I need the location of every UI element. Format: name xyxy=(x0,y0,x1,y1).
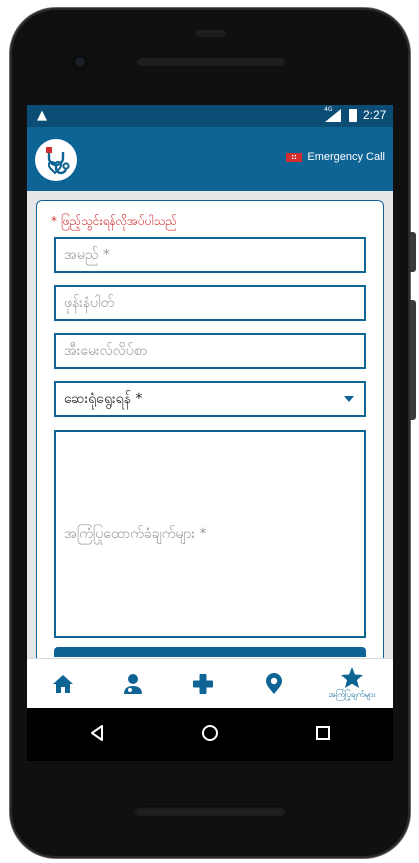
plus-icon xyxy=(193,674,213,694)
back-icon[interactable] xyxy=(89,724,107,742)
nav-location[interactable] xyxy=(260,659,288,709)
stethoscope-heart-logo[interactable] xyxy=(35,139,77,181)
feedback-textarea[interactable]: အကြံပြုထောက်ခံချက်များ * xyxy=(54,430,366,638)
system-navigation-bar xyxy=(27,708,393,761)
phone-field[interactable]: ဖုန်းနံပါတ် xyxy=(54,285,366,321)
ambulance-icon xyxy=(286,153,303,162)
stethoscope-icon xyxy=(46,147,70,175)
email-field[interactable]: အီးမေးလ်လိပ်စာ xyxy=(54,333,366,369)
feedback-form-card: * ဖြည့်သွင်းရန်လိုအပ်ပါသည် အမည် * ဖုန်းန… xyxy=(36,200,384,672)
screen: ▲ 4G 2:27 Emergency Call * ဖြည့်သွင်းရန်… xyxy=(27,105,393,761)
nav-doctors[interactable] xyxy=(119,659,147,709)
content-area: * ဖြည့်သွင်းရန်လိုအပ်ပါသည် အမည် * ဖုန်းန… xyxy=(27,191,393,672)
status-bar: ▲ 4G 2:27 xyxy=(27,105,393,127)
emergency-call-label: Emergency Call xyxy=(307,151,385,163)
submit-button[interactable] xyxy=(54,647,366,657)
sensor-slot xyxy=(196,30,226,37)
name-field[interactable]: အမည် * xyxy=(54,237,366,273)
bottom-speaker xyxy=(134,806,286,816)
emergency-call-button[interactable]: Emergency Call xyxy=(286,151,385,163)
volume-button xyxy=(410,300,416,420)
nav-favorites-label: အကြံပြုချက်များ xyxy=(328,690,376,699)
feedback-placeholder: အကြံပြုထောက်ခံချက်များ * xyxy=(64,525,207,542)
name-placeholder: အမည် * xyxy=(64,246,110,263)
recents-icon[interactable] xyxy=(314,724,332,742)
power-button xyxy=(410,232,416,272)
battery-icon xyxy=(349,109,357,122)
phone-placeholder: ဖုန်းနံပါတ် xyxy=(64,294,115,311)
location-pin-icon xyxy=(266,673,282,694)
email-placeholder: အီးမေးလ်လိပ်စာ xyxy=(64,342,148,359)
nav-home[interactable] xyxy=(49,659,77,709)
hospital-select-value: ဆေးရုံရွေးရန် * xyxy=(64,390,143,407)
home-circle-icon[interactable] xyxy=(201,724,219,742)
star-icon xyxy=(341,667,363,688)
hospital-select[interactable]: ဆေးရုံရွေးရန် * xyxy=(54,381,366,417)
home-icon xyxy=(53,675,73,693)
required-note: * ဖြည့်သွင်းရန်လိုအပ်ပါသည် xyxy=(51,214,177,228)
nav-add[interactable] xyxy=(189,659,217,709)
earpiece-speaker xyxy=(136,56,286,66)
clock: 2:27 xyxy=(363,108,387,122)
signal-icon xyxy=(325,109,341,122)
caret-down-icon xyxy=(344,396,354,402)
warning-icon: ▲ xyxy=(37,108,47,123)
nav-favorites[interactable]: အကြံပြုချက်များ xyxy=(315,659,389,709)
bottom-navigation: အကြံပြုချက်များ xyxy=(27,658,393,709)
app-bar: Emergency Call xyxy=(27,127,393,191)
front-camera xyxy=(72,54,88,70)
doctor-icon xyxy=(124,674,142,694)
